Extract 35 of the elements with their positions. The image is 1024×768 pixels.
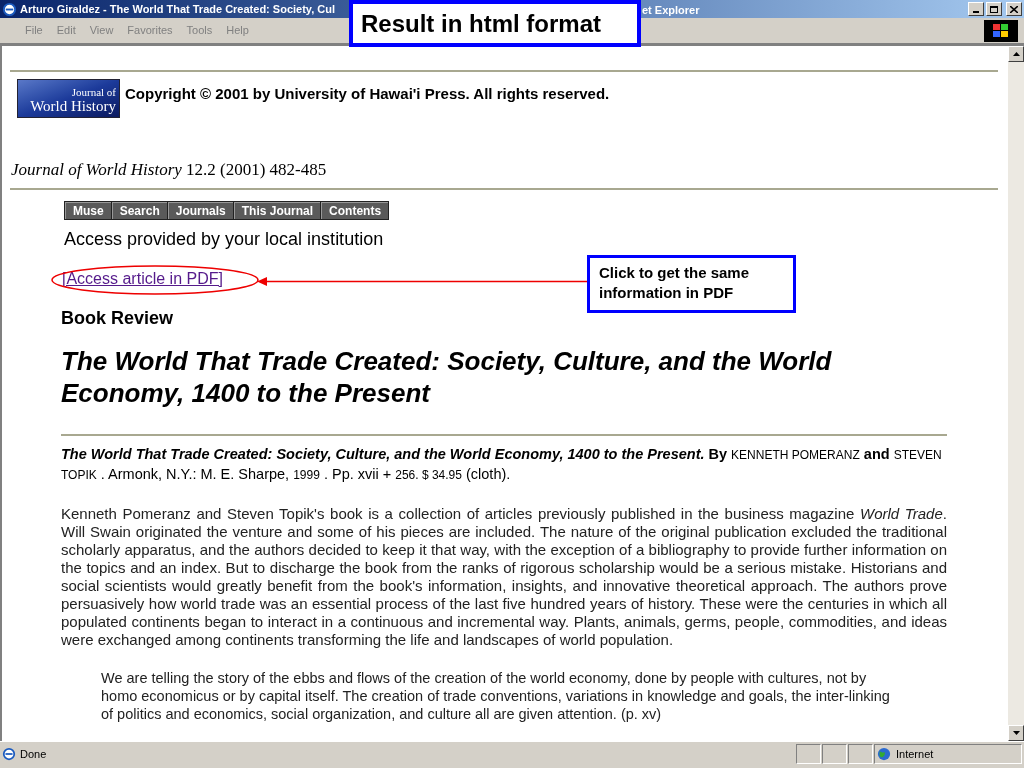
article-title: The World That Trade Created: Society, Culture, and the World xyxy=(61,345,833,377)
annotation-callout: Click to get the same information in PDF xyxy=(587,255,796,313)
nav-button[interactable]: This Journal xyxy=(233,202,321,219)
quote-paragraph: We are telling the story of the ebbs and flows of the creation of the world economy, done by people with cultures, not by homo economicus or by capital itself. The creation of trade conventions, variations in knowledge and goals, the inter-linking of politics and economics, social organization, and culture all are given attention. (p. xv) xyxy=(101,669,891,723)
restore-button[interactable] xyxy=(986,2,1002,16)
nav-button[interactable]: Contents xyxy=(321,202,389,219)
status-text: Done xyxy=(20,746,48,762)
nav-button[interactable]: Muse xyxy=(65,202,111,219)
minimize-button[interactable] xyxy=(968,2,984,16)
scroll-down-button[interactable] xyxy=(1008,725,1024,741)
citation-text: The World That Trade Created: Society, Culture, and the World Economy, 1400 to the Present. By KENNETH POMERANZ and STEVEN TOPIK . Armonk, N.Y.: M. E. Sharpe, 1999 . Pp. xvii + 256. $ 34.95 (cloth). xyxy=(61,445,943,484)
window-title: Arturo Giraldez - The World That Trade Created: Society, Cul xyxy=(20,1,335,17)
page-icon xyxy=(2,747,16,761)
globe-icon xyxy=(877,747,891,761)
copyright-text: Copyright © 2001 by University of Hawai'i Press. All rights reserved. xyxy=(125,84,610,104)
section-heading: Book Review xyxy=(61,307,174,329)
status-pane xyxy=(822,744,847,764)
browser-icon xyxy=(2,1,17,17)
windows-logo-icon xyxy=(984,19,1018,42)
access-text: Access provided by your local institution xyxy=(64,228,385,250)
status-pane xyxy=(796,744,821,764)
close-icon xyxy=(1010,5,1018,13)
window-title: et Explorer xyxy=(642,3,700,18)
citation-header: Journal of World History 12.2 (2001) 482-485 xyxy=(11,160,328,180)
article-title: Economy, 1400 to the Present xyxy=(61,377,432,409)
zone-text: Internet xyxy=(896,746,934,762)
down-arrow-icon xyxy=(1012,731,1020,735)
nav-button[interactable]: Search xyxy=(111,202,167,219)
close-button[interactable] xyxy=(1006,2,1022,16)
journal-logo: Journal of World History xyxy=(17,79,120,118)
up-arrow-icon xyxy=(1012,52,1020,56)
scroll-up-button[interactable] xyxy=(1008,46,1024,62)
annotation-banner: Result in html format xyxy=(349,0,641,47)
nav-button[interactable]: Journals xyxy=(167,202,233,219)
review-paragraph: Kenneth Pomeranz and Steven Topik's book is a collection of articles previously published in the business magazine World Trade. Will Swain originated the venture and some of his pieces are included. The nature of the original publication excluded the traditional scholarly apparatus, and the authors decided to keep it that way, with the exception of a bibliography to provide further information on the topics and an index. But to discharge the book from the ranks of rigorous scholarship would be a serious mistake. Historians and social scientists would greatly benefit from the book's information, insights, and innovative theoretical approach. The authors prove persuasively how world trade was an essential process of the last five hundred years of history. These were the centuries in which all populated continents began to interact in a continuous and incremental way. Plants, animals, germs, people, commodities, and ideas were exchanged among continents transforming the life and landscapes of world population. xyxy=(61,505,947,649)
